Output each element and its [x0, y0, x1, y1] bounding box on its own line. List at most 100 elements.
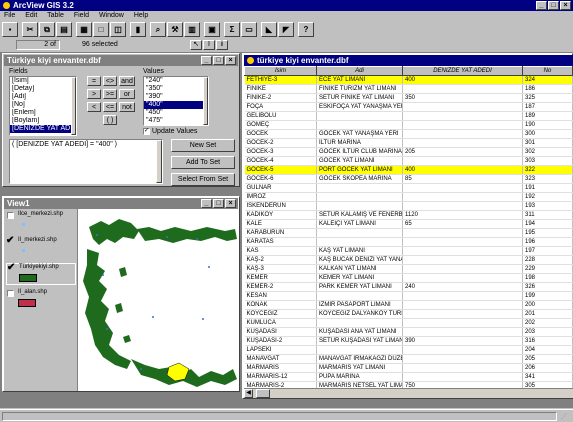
- operator-equals-button[interactable]: =: [87, 76, 101, 86]
- query-icon[interactable]: ⚒: [167, 22, 183, 37]
- menu-table[interactable]: Table: [47, 12, 64, 19]
- menu-help[interactable]: Help: [134, 12, 148, 19]
- table-row[interactable]: GULNAR 191: [244, 183, 573, 193]
- table-row[interactable]: KEMER-2PARK KEMER YAT LIMANI2403263: [244, 282, 573, 292]
- value-item[interactable]: "475": [144, 117, 208, 125]
- operator-less-equal-button[interactable]: <=: [103, 102, 117, 112]
- layer-checkbox[interactable]: [7, 290, 14, 297]
- close-icon[interactable]: ×: [560, 1, 571, 10]
- field-item[interactable]: [DENIZDE YAT AD: [10, 125, 76, 133]
- query-close-icon[interactable]: ×: [225, 56, 236, 65]
- select-none-icon[interactable]: □: [93, 22, 109, 37]
- values-scrollbar[interactable]: [203, 77, 208, 125]
- table-row[interactable]: KUŞADASI-2 SETUR KUŞADASI YAT LIMANI 390 31…: [244, 336, 573, 346]
- column-header[interactable]: No: [522, 66, 573, 76]
- table-row[interactable]: KARATAS 196: [244, 237, 573, 247]
- field-item[interactable]: [No]: [10, 101, 76, 109]
- operator-or-button[interactable]: or: [119, 89, 135, 99]
- table-row[interactable]: FINIKE FINIKE TURIZM YAT LIMANI 186: [244, 84, 573, 94]
- menu-field[interactable]: Field: [74, 12, 89, 19]
- scroll-thumb[interactable]: [256, 389, 270, 398]
- select-from-set-button[interactable]: Select From Set: [171, 173, 235, 186]
- table-row[interactable]: GÖCEK-3GÖCEK İLTUR CLUB MARINA2053023: [244, 147, 573, 157]
- table-row[interactable]: GÖMEÇ 190: [244, 120, 573, 130]
- join-icon[interactable]: ▭: [241, 22, 257, 37]
- table-row[interactable]: KARABURUN 195: [244, 228, 573, 238]
- operator-less-button[interactable]: <: [87, 102, 101, 112]
- operator-not-button[interactable]: not: [119, 102, 135, 112]
- table-row[interactable]: GÖCEK-5PORT GÖCEK YAT LIMANI4003223: [244, 165, 573, 175]
- table-row[interactable]: FOÇA ESKIFOÇA YAT YANAŞMA YERI 187: [244, 102, 573, 112]
- field-item[interactable]: [Isim]: [10, 77, 76, 85]
- operator-and-button[interactable]: and: [119, 76, 135, 86]
- layer-checkbox[interactable]: [7, 212, 14, 219]
- table-row[interactable]: KESAN 199: [244, 291, 573, 301]
- layer-checked-icon[interactable]: ✔: [6, 235, 14, 246]
- copy-icon[interactable]: ⧉: [39, 22, 55, 37]
- table-row[interactable]: GÖCEK-6GÖCEK SKOPEA MARINA853233: [244, 174, 573, 184]
- layer-il-alan[interactable]: Il_alan.shp: [6, 289, 76, 311]
- table-row[interactable]: MARMARIS-12 PUPA MARINA 341: [244, 372, 573, 382]
- query-minimize-icon[interactable]: _: [201, 56, 212, 65]
- table-row[interactable]: FINIKE-2SETUR FINIKE YAT LIMANI3503253: [244, 93, 573, 103]
- field-item[interactable]: [Adi]: [10, 93, 76, 101]
- values-list[interactable]: "240" "350" "390" "400" "450" "475": [143, 76, 209, 126]
- table-row[interactable]: GÖCEK GÖCEK YAT YANAŞMA YERI 300: [244, 129, 573, 139]
- horizontal-scrollbar[interactable]: ◀: [244, 388, 573, 398]
- operator-greater-equal-button[interactable]: >=: [103, 89, 117, 99]
- table-row[interactable]: GELIBOLU 189: [244, 111, 573, 121]
- table-row[interactable]: KALEKALEIÇI YAT LIMANI651943: [244, 219, 573, 229]
- table-row[interactable]: KADIKÖY SETUR KALAMIŞ VE FENERBAH 1120 311: [244, 210, 573, 220]
- pointer-icon[interactable]: ↖: [190, 40, 202, 50]
- field-item[interactable]: [Detay]: [10, 85, 76, 93]
- column-header[interactable]: Adi: [316, 66, 403, 76]
- menu-file[interactable]: File: [4, 12, 15, 19]
- table-row[interactable]: KÖYCEĞIZ KÖYCEĞIZ DALYANKÖY TURİZM 201: [244, 309, 573, 319]
- map-canvas[interactable]: [79, 209, 239, 391]
- table-row[interactable]: MANAVGAT MANAVGAT IRMAKAĞZI DÜZEN 205: [244, 354, 573, 364]
- view-close-icon[interactable]: ×: [225, 199, 236, 208]
- update-values-checkbox[interactable]: ✓ Update Values: [143, 128, 197, 135]
- menu-edit[interactable]: Edit: [25, 12, 37, 19]
- table-icon[interactable]: ▣: [204, 22, 220, 37]
- table-row[interactable]: GÖCEK-4 GÖCEK YAT LIMANI 303: [244, 156, 573, 166]
- column-header[interactable]: Isim: [244, 66, 317, 76]
- add-to-set-button[interactable]: Add To Set: [171, 156, 235, 169]
- cut-icon[interactable]: ✂: [22, 22, 38, 37]
- table-row[interactable]: LAPSEKI 204: [244, 345, 573, 355]
- table-row[interactable]: KAS KAŞ YAT LIMANI 197: [244, 246, 573, 256]
- field-item[interactable]: [Boylam]: [10, 117, 76, 125]
- summarize-icon[interactable]: ▥: [184, 22, 200, 37]
- edit-icon[interactable]: I: [203, 40, 215, 50]
- select-all-icon[interactable]: ▦: [76, 22, 92, 37]
- table-row[interactable]: KUMLUCA 202: [244, 318, 573, 328]
- new-set-button[interactable]: New Set: [171, 139, 235, 152]
- table-row[interactable]: FETHIYE-3ECE YAT LIMANI4003243: [244, 75, 573, 85]
- table-row[interactable]: KEMER KEMER YAT LIMANI 198: [244, 273, 573, 283]
- table-row[interactable]: ISKENDERUN 193: [244, 201, 573, 211]
- chart-icon[interactable]: ▮: [130, 22, 146, 37]
- fields-list[interactable]: [Isim] [Detay] [Adi] [No] [Enlem] [Boylam] [DE…: [9, 76, 77, 136]
- scroll-left-icon[interactable]: ◀: [244, 389, 253, 398]
- menu-window[interactable]: Window: [99, 12, 124, 19]
- operator-greater-button[interactable]: >: [87, 89, 101, 99]
- calculate-icon[interactable]: Σ: [224, 22, 240, 37]
- help-icon[interactable]: ?: [298, 22, 314, 37]
- layer-checked-icon[interactable]: ✔: [7, 262, 15, 273]
- resize-grip-icon[interactable]: ⋰: [561, 413, 570, 421]
- expression-input[interactable]: ( [DENIZDE YAT ADEDI] = "400" ): [9, 139, 163, 184]
- table-row[interactable]: KAŞ-3 KALKAN YAT LIMANI 229: [244, 264, 573, 274]
- fields-scrollbar[interactable]: [71, 77, 76, 135]
- query-maximize-icon[interactable]: □: [213, 56, 224, 65]
- paste-icon[interactable]: ▤: [56, 22, 72, 37]
- table-row[interactable]: KONAK İZMIR PASAPORT LIMANI 200: [244, 300, 573, 310]
- save-icon[interactable]: ▪: [2, 22, 18, 37]
- value-item[interactable]: "450": [144, 109, 208, 117]
- operator-parentheses-button[interactable]: ( ): [103, 115, 117, 125]
- sort-ascending-icon[interactable]: ◣: [261, 22, 277, 37]
- find-icon[interactable]: ⌕: [150, 22, 166, 37]
- promote-icon[interactable]: ◫: [110, 22, 126, 37]
- expression-scrollbar[interactable]: [156, 140, 162, 183]
- minimize-icon[interactable]: _: [536, 1, 547, 10]
- table-row[interactable]: KUŞADASI KUŞADASI ANA YAT LIMANI 203: [244, 327, 573, 337]
